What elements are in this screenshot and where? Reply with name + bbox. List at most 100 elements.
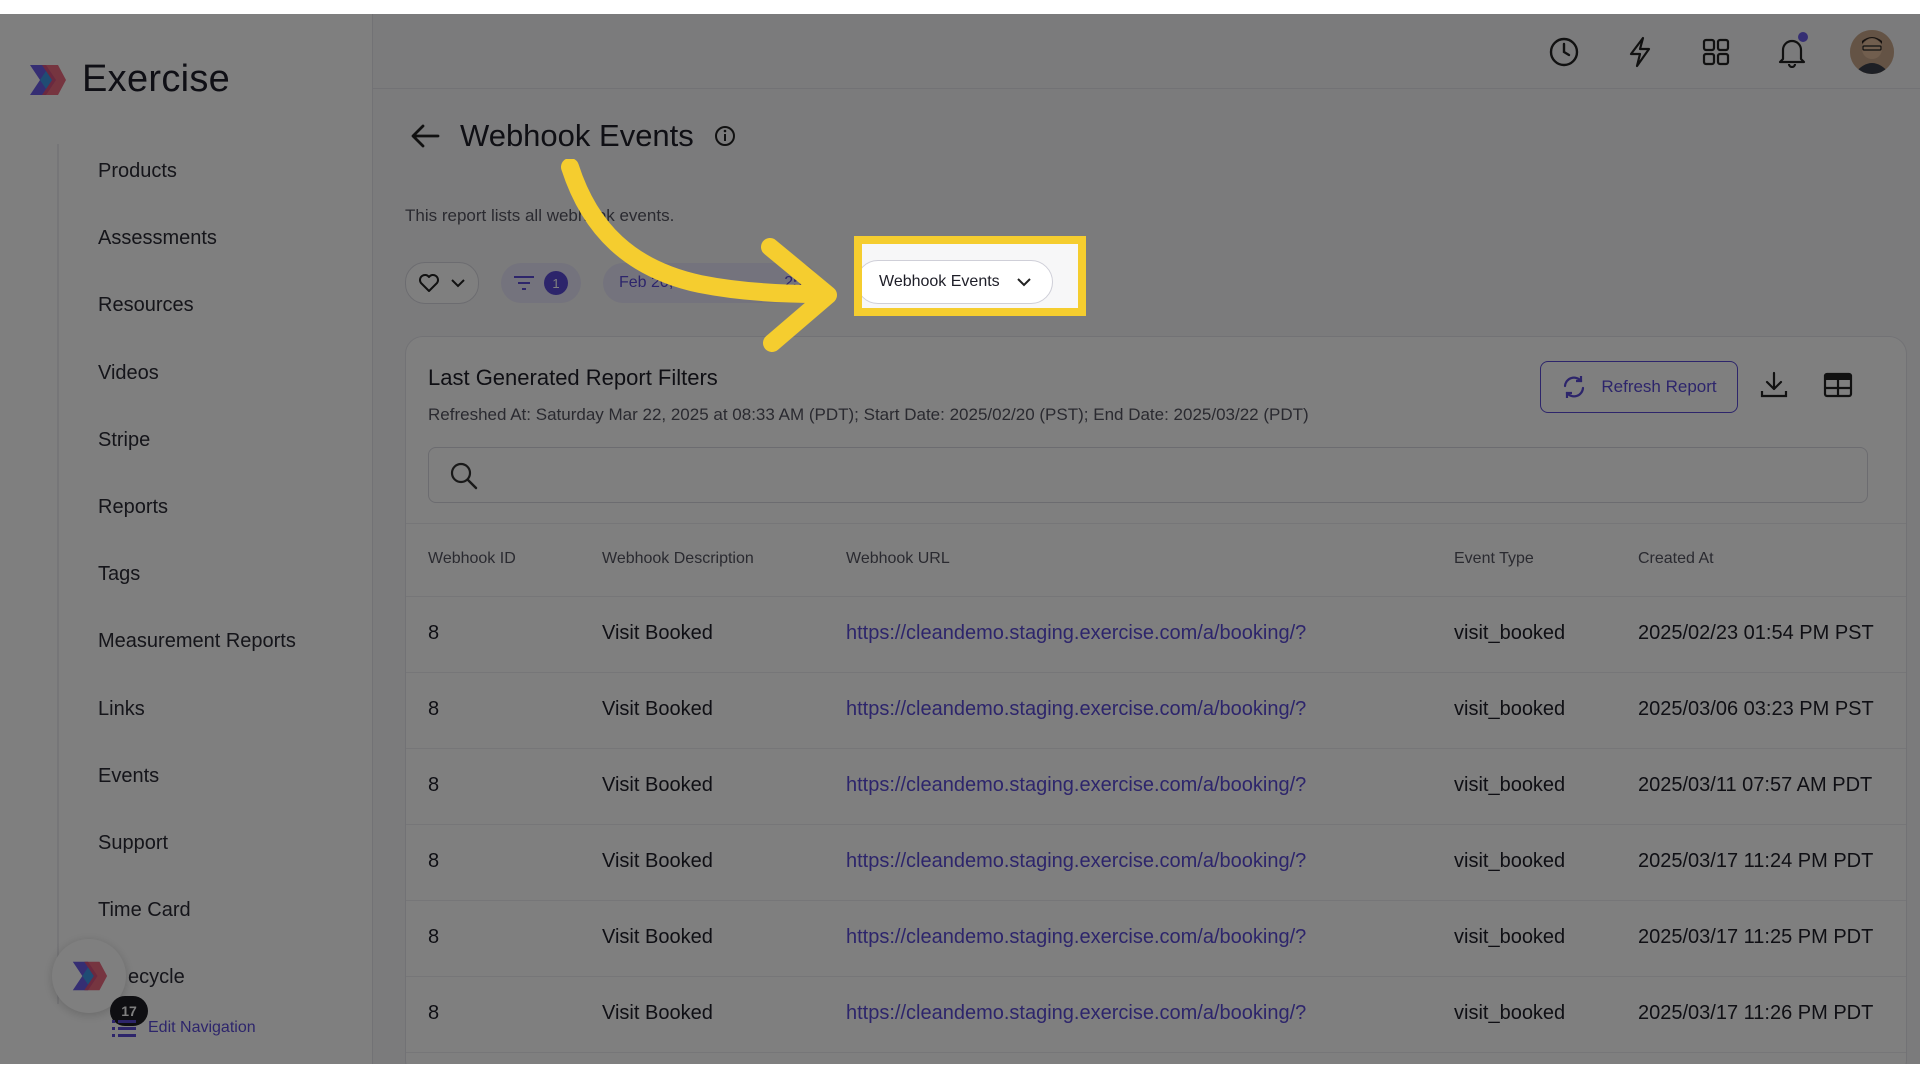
cell-webhook-url-link[interactable]: https://cleandemo.staging.exercise.com/a… xyxy=(846,774,1306,797)
cell-webhook-url-link[interactable]: https://cleandemo.staging.exercise.com/a… xyxy=(846,622,1306,645)
column-header-event-type[interactable]: Event Type xyxy=(1454,550,1534,568)
history-button[interactable] xyxy=(1546,34,1582,70)
cell-event-type: visit_booked xyxy=(1454,774,1566,796)
logo-icon xyxy=(30,64,66,95)
cell-webhook-id: 8 xyxy=(428,1002,440,1024)
webhook-events-table: Webhook ID Webhook Description Webhook U… xyxy=(406,523,1906,1053)
top-bar xyxy=(373,14,1920,89)
refresh-report-label: Refresh Report xyxy=(1601,377,1717,396)
cell-webhook-url-link[interactable]: https://cleandemo.staging.exercise.com/a… xyxy=(846,1002,1306,1025)
cell-created-at: 2025/03/11 07:57 AM PDT xyxy=(1638,774,1873,796)
app-name: Exercise xyxy=(82,58,231,100)
cell-webhook-id: 8 xyxy=(428,926,440,948)
cell-created-at: 2025/03/17 11:25 PM PDT xyxy=(1638,926,1874,948)
report-card: Last Generated Report Filters Refreshed … xyxy=(405,336,1907,1064)
report-refresh-meta: Refreshed At: Saturday Mar 22, 2025 at 0… xyxy=(428,405,1309,424)
cell-webhook-description: Visit Booked xyxy=(602,1002,713,1024)
sidebar-item-products[interactable]: Products xyxy=(98,160,296,227)
app-window: Exercise Products Assessments Resources … xyxy=(0,14,1920,1064)
column-header-webhook-url[interactable]: Webhook URL xyxy=(846,550,950,568)
sidebar-item-time-card[interactable]: Time Card xyxy=(98,899,296,966)
search-icon xyxy=(450,462,478,490)
sidebar-item-reports[interactable]: Reports xyxy=(98,496,296,563)
table-row: 8 Visit Booked https://cleandemo.staging… xyxy=(406,901,1906,977)
favorites-button[interactable] xyxy=(405,262,479,304)
cell-event-type: visit_booked xyxy=(1454,622,1566,644)
table-row: 8 Visit Booked https://cleandemo.staging… xyxy=(406,597,1906,673)
column-header-webhook-id[interactable]: Webhook ID xyxy=(428,550,516,568)
cell-webhook-description: Visit Booked xyxy=(602,850,713,872)
cell-webhook-id: 8 xyxy=(428,698,440,720)
highlight-frame xyxy=(854,236,1086,316)
cell-webhook-id: 8 xyxy=(428,774,440,796)
callout-arrow-icon xyxy=(561,159,837,352)
column-header-webhook-description[interactable]: Webhook Description xyxy=(602,550,754,568)
cell-webhook-id: 8 xyxy=(428,622,440,644)
list-icon xyxy=(112,1020,136,1037)
sidebar: Exercise Products Assessments Resources … xyxy=(0,14,373,1064)
cell-webhook-description: Visit Booked xyxy=(602,698,713,720)
cell-webhook-url-link[interactable]: https://cleandemo.staging.exercise.com/a… xyxy=(846,698,1306,721)
cell-created-at: 2025/02/23 01:54 PM PST xyxy=(1638,622,1874,644)
cell-webhook-description: Visit Booked xyxy=(602,774,713,796)
logo-icon xyxy=(72,961,108,991)
chevron-down-icon xyxy=(451,279,465,288)
brand[interactable]: Exercise xyxy=(26,58,230,101)
table-row: 8 Visit Booked https://cleandemo.staging… xyxy=(406,749,1906,825)
table-row: 8 Visit Booked https://cleandemo.staging… xyxy=(406,673,1906,749)
table-header: Webhook ID Webhook Description Webhook U… xyxy=(406,523,1906,597)
cell-webhook-description: Visit Booked xyxy=(602,926,713,948)
sidebar-nav: Products Assessments Resources Videos St… xyxy=(98,160,296,1033)
sidebar-item-tags[interactable]: Tags xyxy=(98,563,296,630)
cell-event-type: visit_booked xyxy=(1454,1002,1566,1024)
table-columns-icon xyxy=(1823,372,1853,398)
top-icons xyxy=(1546,30,1894,74)
page-title: Webhook Events xyxy=(460,118,694,153)
edit-navigation-link[interactable]: Edit Navigation xyxy=(112,1018,256,1038)
back-arrow-icon[interactable] xyxy=(410,123,440,149)
quick-actions-button[interactable] xyxy=(1622,34,1658,70)
sidebar-item-stripe[interactable]: Stripe xyxy=(98,429,296,496)
sidebar-item-assessments[interactable]: Assessments xyxy=(98,227,296,294)
sidebar-item-events[interactable]: Events xyxy=(98,765,296,832)
download-button[interactable] xyxy=(1758,369,1790,406)
sidebar-item-support[interactable]: Support xyxy=(98,832,296,899)
cell-webhook-url-link[interactable]: https://cleandemo.staging.exercise.com/a… xyxy=(846,850,1306,873)
cell-event-type: visit_booked xyxy=(1454,850,1566,872)
table-row: 8 Visit Booked https://cleandemo.staging… xyxy=(406,977,1906,1053)
grid-icon xyxy=(1702,38,1730,66)
sidebar-item-videos[interactable]: Videos xyxy=(98,362,296,429)
cell-created-at: 2025/03/06 03:23 PM PST xyxy=(1638,698,1874,720)
sidebar-item-links[interactable]: Links xyxy=(98,698,296,765)
cell-event-type: visit_booked xyxy=(1454,926,1566,948)
apps-button[interactable] xyxy=(1698,34,1734,70)
report-filters-title: Last Generated Report Filters xyxy=(428,365,718,390)
sidebar-item-measurement-reports[interactable]: Measurement Reports xyxy=(98,630,296,697)
heart-icon xyxy=(419,274,439,292)
cell-webhook-description: Visit Booked xyxy=(602,622,713,644)
info-icon[interactable] xyxy=(714,125,736,147)
cell-webhook-url-link[interactable]: https://cleandemo.staging.exercise.com/a… xyxy=(846,926,1306,949)
search-input[interactable] xyxy=(428,447,1868,503)
cell-webhook-id: 8 xyxy=(428,850,440,872)
filter-icon xyxy=(514,276,534,290)
cell-created-at: 2025/03/17 11:26 PM PDT xyxy=(1638,1002,1874,1024)
notifications-button[interactable] xyxy=(1774,32,1810,70)
page-header: Webhook Events xyxy=(410,118,736,154)
notification-dot xyxy=(1798,32,1808,42)
refresh-icon xyxy=(1564,376,1585,398)
user-avatar-icon xyxy=(1850,30,1894,74)
cell-event-type: visit_booked xyxy=(1454,698,1566,720)
refresh-report-button[interactable]: Refresh Report xyxy=(1540,361,1738,413)
lightning-icon xyxy=(1629,36,1651,68)
edit-navigation-label: Edit Navigation xyxy=(148,1019,256,1036)
sidebar-item-resources[interactable]: Resources xyxy=(98,294,296,361)
nav-rail xyxy=(57,144,59,1004)
columns-button[interactable] xyxy=(1822,369,1854,406)
avatar[interactable] xyxy=(1850,30,1894,74)
cell-created-at: 2025/03/17 11:24 PM PDT xyxy=(1638,850,1874,872)
clock-icon xyxy=(1549,37,1579,67)
table-row: 8 Visit Booked https://cleandemo.staging… xyxy=(406,825,1906,901)
column-header-created-at[interactable]: Created At xyxy=(1638,550,1714,568)
download-icon xyxy=(1760,371,1788,398)
